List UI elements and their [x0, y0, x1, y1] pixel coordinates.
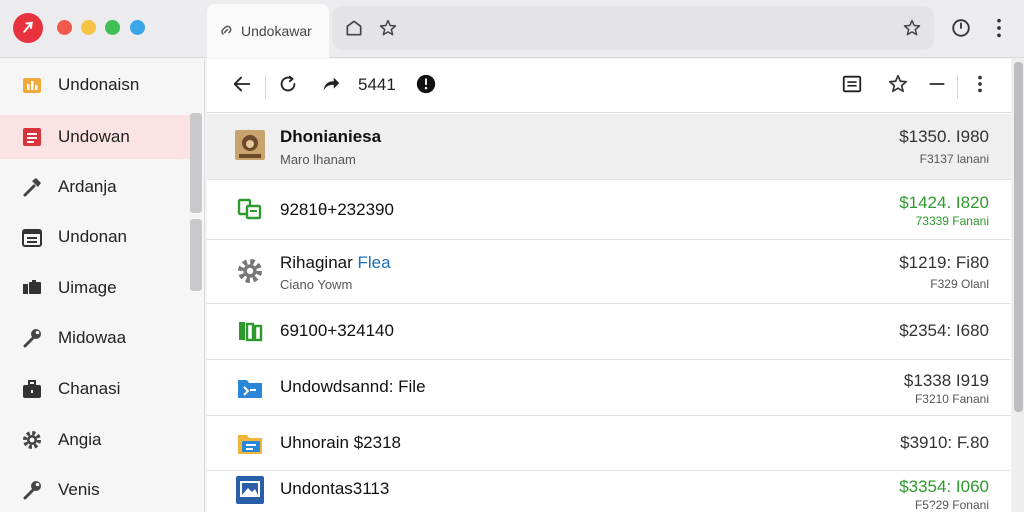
sidebar-item-0[interactable]: Undonaisn [0, 63, 190, 107]
refresh-icon[interactable] [277, 73, 299, 95]
list-view-icon[interactable] [841, 73, 863, 95]
list-toolbar: 5441 [207, 59, 1011, 113]
wrench-icon [20, 326, 44, 350]
sidebar-item-label: Undowan [58, 127, 130, 146]
image-file-icon [233, 473, 267, 507]
sidebar-item-3[interactable]: Undonan [0, 215, 190, 259]
sidebar-item-label: Venis [58, 480, 100, 499]
folder-blue-icon [233, 371, 267, 405]
folder-yellow-icon [233, 427, 267, 461]
sidebar-item-5[interactable]: Midowaa [0, 316, 190, 360]
file-amount: $1219: Fi80 [899, 253, 989, 272]
file-row[interactable]: Dhonianiesa Maro lhanam $1350. I980 F313… [207, 114, 1011, 180]
file-list-panel: 5441 Dhonianiesa Maro lhanam $1350. I980… [207, 59, 1011, 512]
window-title-bar: Undokawar [0, 0, 1024, 58]
file-row[interactable]: Undowdsannd: File $1338 I919 F3210 Fanan… [207, 360, 1011, 416]
address-bar[interactable] [332, 6, 934, 50]
file-name: Uhnorain $2318 [280, 433, 401, 452]
more-options-icon[interactable] [994, 17, 1004, 39]
gear-icon [20, 428, 44, 452]
briefcase-icon [20, 377, 44, 401]
file-amount: $3910: F.80 [900, 433, 989, 452]
file-row[interactable]: 69100+324140 $2354: I680 [207, 304, 1011, 360]
minimize-icon[interactable] [927, 73, 947, 95]
sidebar-item-label: Undonan [58, 227, 128, 246]
sidebar-item-label: Undonaisn [58, 75, 140, 94]
file-amount: $1350. I980 [899, 127, 989, 146]
file-name: Undontas3113 [280, 479, 390, 498]
file-amount: $1338 I919 [903, 371, 989, 390]
file-row[interactable]: Undontas3113 $3354: I060 F5?29 Fonani [207, 471, 1011, 512]
gear-icon [233, 254, 267, 288]
window-extra-button[interactable] [130, 20, 145, 35]
kebab-menu-icon[interactable] [975, 73, 985, 95]
photo-thumb-icon [233, 128, 267, 162]
file-row[interactable]: Rihaginar Flea Ciano Yowm $1219: Fi80 F3… [207, 240, 1011, 304]
wrench-icon [20, 478, 44, 502]
maximize-window-button[interactable] [105, 20, 120, 35]
hammer-icon [20, 175, 44, 199]
calendar-icon [20, 225, 44, 249]
link-icon [217, 22, 235, 40]
home-icon[interactable] [344, 18, 364, 38]
folder-chart-icon [20, 73, 44, 97]
file-name-link[interactable]: Flea [358, 253, 391, 272]
file-row[interactable]: 9281θ+232390 $1424. I820 73339 Fanani [207, 180, 1011, 240]
document-red-icon [20, 125, 44, 149]
back-arrow-icon[interactable] [231, 73, 253, 95]
file-name: 69100+324140 [280, 321, 394, 340]
image-icon [20, 276, 44, 300]
main-scrollbar-thumb[interactable] [1014, 62, 1023, 412]
sidebar: Undonaisn Undowan Ardanja Undonan Uimage… [0, 59, 205, 512]
bookmark-star-icon[interactable] [378, 18, 398, 38]
file-amount: $3354: I060 [899, 477, 989, 496]
sidebar-item-label: Uimage [58, 278, 117, 297]
file-name: Dhonianiesa [280, 127, 382, 146]
app-logo-icon [13, 13, 43, 43]
sidebar-item-1[interactable]: Undowan [0, 115, 190, 159]
sidebar-scrollbar-thumb[interactable] [190, 113, 202, 213]
sidebar-item-2[interactable]: Ardanja [0, 165, 190, 209]
star-icon[interactable] [887, 73, 909, 95]
history-icon[interactable] [950, 17, 972, 39]
item-count: 5441 [358, 75, 396, 94]
tab-title: Undokawar [241, 23, 312, 39]
file-amount-detail: F3210 Fanani [914, 392, 989, 406]
sidebar-item-label: Midowaa [58, 328, 127, 347]
spreadsheet-icon [233, 315, 267, 349]
file-amount-detail: 73339 Fanani [915, 214, 989, 228]
close-window-button[interactable] [57, 20, 72, 35]
sidebar-item-4[interactable]: Uimage [0, 266, 190, 310]
sidebar-item-label: Chanasi [58, 379, 121, 398]
sidebar-item-label: Angia [58, 430, 102, 449]
favorite-star-icon[interactable] [902, 18, 922, 38]
info-icon[interactable] [415, 73, 437, 95]
sidebar-item-6[interactable]: Chanasi [0, 367, 190, 411]
spreadsheet-icon [233, 193, 267, 227]
file-name: Rihaginar Flea [280, 253, 391, 273]
file-subtitle: Maro lhanam [280, 152, 356, 167]
sidebar-item-7[interactable]: Angia [0, 418, 190, 462]
sidebar-item-8[interactable]: Venis [0, 468, 190, 512]
sidebar-item-label: Ardanja [58, 177, 117, 196]
file-amount-detail: F5?29 Fonani [914, 498, 989, 512]
file-amount-detail: F329 Olanl [930, 277, 989, 291]
file-name-primary: Rihaginar [280, 253, 353, 272]
toolbar-divider [957, 75, 958, 99]
browser-tab[interactable]: Undokawar [207, 4, 329, 58]
file-amount-detail: F3137 lanani [919, 152, 989, 166]
file-row[interactable]: Uhnorain $2318 $3910: F.80 [207, 416, 1011, 471]
sidebar-scrollbar-thumb-secondary[interactable] [190, 219, 202, 291]
toolbar-divider [265, 75, 266, 99]
file-amount: $2354: I680 [899, 321, 989, 340]
minimize-window-button[interactable] [81, 20, 96, 35]
file-name: Undowdsannd: File [280, 377, 426, 396]
forward-share-icon[interactable] [320, 73, 342, 95]
file-name: 9281θ+232390 [280, 200, 394, 219]
file-amount: $1424. I820 [899, 193, 989, 212]
file-subtitle: Ciano Yowm [280, 277, 353, 292]
